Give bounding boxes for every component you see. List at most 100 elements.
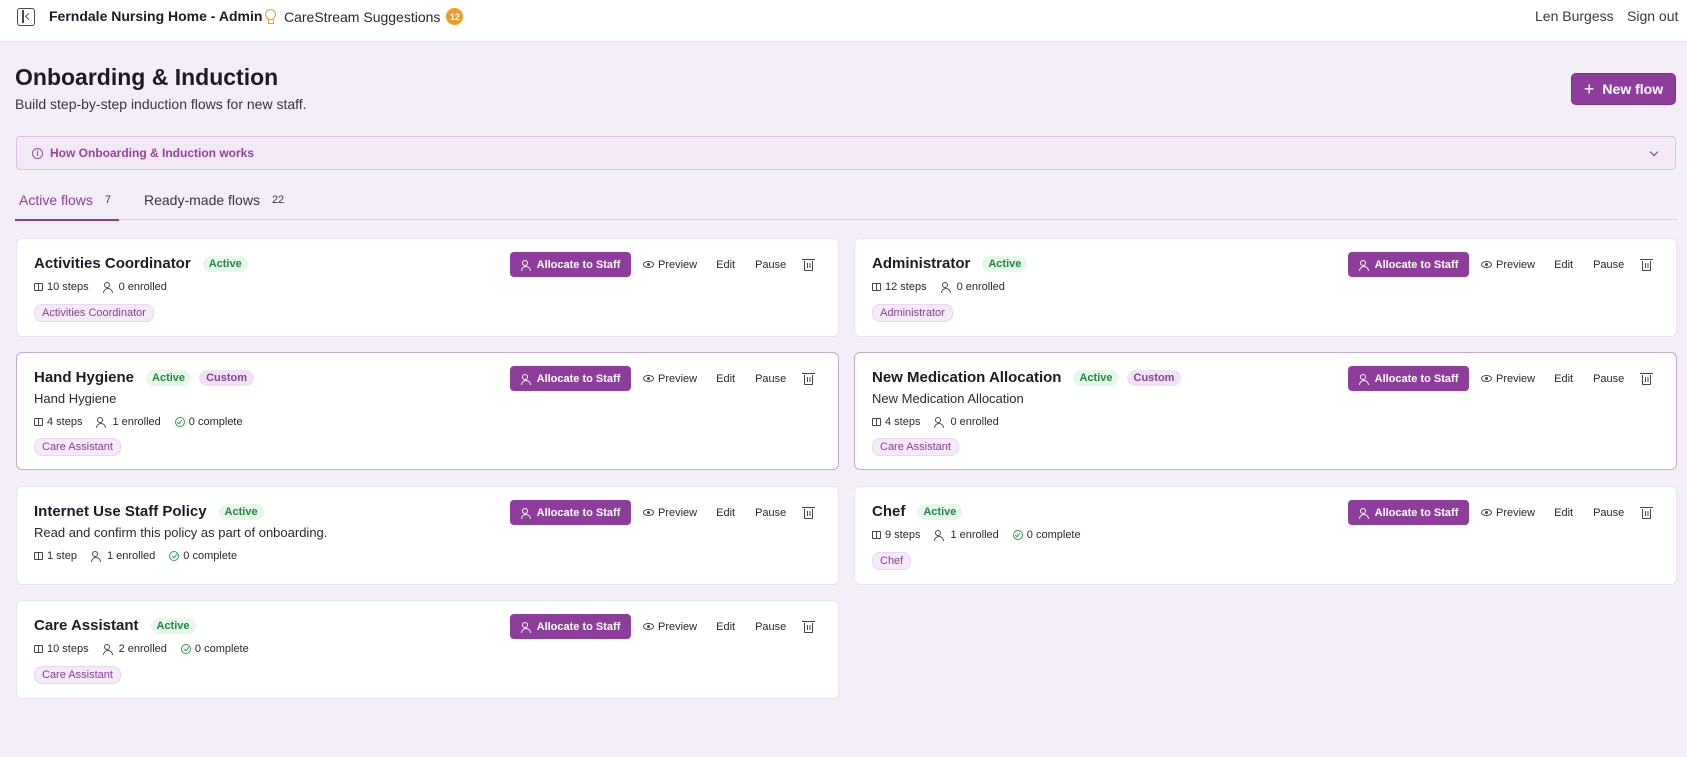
- flow-card[interactable]: Chef Active 9 steps 1 enrolled 0 complet…: [854, 486, 1677, 585]
- role-tag: Activities Coordinator: [34, 304, 154, 322]
- pause-button[interactable]: Pause: [755, 507, 786, 519]
- status-badge: Active: [218, 503, 264, 520]
- steps-label: 1 step: [47, 550, 77, 562]
- flow-name: Administrator: [872, 255, 971, 272]
- flow-card[interactable]: Internet Use Staff Policy Active Read an…: [16, 486, 839, 585]
- flow-card-title: New Medication Allocation Active Custom: [872, 369, 1182, 386]
- edit-button[interactable]: Edit: [1554, 259, 1573, 271]
- allocate-to-staff-button[interactable]: Allocate to Staff: [1348, 500, 1469, 525]
- pause-button[interactable]: Pause: [1593, 259, 1624, 271]
- complete-count: 0 complete: [169, 550, 237, 562]
- pause-button[interactable]: Pause: [755, 373, 786, 385]
- flow-card-title: Care Assistant Active: [34, 617, 196, 634]
- flow-meta: 12 steps 0 enrolled: [872, 281, 1019, 293]
- role-tag: Care Assistant: [34, 438, 121, 456]
- complete-label: 0 complete: [1026, 529, 1081, 541]
- flow-actions: Allocate to Staff Preview Edit Pause: [1348, 252, 1654, 277]
- flow-card[interactable]: New Medication Allocation Active Custom …: [854, 352, 1677, 470]
- preview-button[interactable]: Preview: [1481, 373, 1535, 385]
- complete-count: 0 complete: [180, 643, 249, 655]
- user-name[interactable]: Len Burgess: [1535, 8, 1614, 24]
- flow-name: Care Assistant: [34, 617, 139, 634]
- users-icon: [1358, 373, 1371, 385]
- steps-count: 9 steps: [872, 529, 920, 541]
- enrolled-count: 1 enrolled: [96, 416, 161, 428]
- tab-ready-made-flows[interactable]: Ready-made flows 22: [144, 192, 284, 208]
- edit-button[interactable]: Edit: [1554, 373, 1573, 385]
- preview-button[interactable]: Preview: [643, 259, 697, 271]
- enrolled-label: 0 enrolled: [956, 281, 1005, 293]
- users-icon: [1358, 507, 1371, 519]
- enrolled-count: 0 enrolled: [102, 281, 167, 293]
- role-tag: Administrator: [872, 304, 953, 322]
- pause-button[interactable]: Pause: [755, 259, 786, 271]
- steps-label: 10 steps: [47, 643, 89, 655]
- allocate-to-staff-button[interactable]: Allocate to Staff: [1348, 252, 1469, 277]
- complete-label: 0 complete: [194, 643, 249, 655]
- edit-button[interactable]: Edit: [716, 373, 735, 385]
- book-icon: [34, 283, 43, 291]
- preview-button[interactable]: Preview: [643, 373, 697, 385]
- trash-icon[interactable]: [1640, 258, 1654, 271]
- steps-count: 10 steps: [34, 281, 89, 293]
- trash-icon[interactable]: [1640, 506, 1654, 519]
- preview-button[interactable]: Preview: [1481, 507, 1535, 519]
- complete-count: 0 complete: [1012, 529, 1081, 541]
- flow-card[interactable]: Hand Hygiene Active Custom Hand Hygiene …: [16, 352, 839, 470]
- preview-button[interactable]: Preview: [643, 621, 697, 633]
- sidebar-toggle-icon[interactable]: [17, 8, 35, 26]
- preview-label: Preview: [658, 372, 698, 385]
- preview-button[interactable]: Preview: [1481, 259, 1535, 271]
- flow-description: New Medication Allocation: [872, 391, 1024, 406]
- new-flow-button[interactable]: + New flow: [1571, 73, 1676, 105]
- trash-icon[interactable]: [802, 258, 816, 271]
- edit-button[interactable]: Edit: [716, 507, 735, 519]
- trash-icon[interactable]: [802, 620, 816, 633]
- pause-button[interactable]: Pause: [1593, 507, 1624, 519]
- info-icon: i: [32, 148, 43, 159]
- allocate-to-staff-button[interactable]: Allocate to Staff: [510, 614, 631, 639]
- flow-meta: 10 steps 2 enrolled 0 complete: [34, 643, 263, 655]
- flow-card[interactable]: Care Assistant Active 10 steps 2 enrolle…: [16, 600, 839, 699]
- flow-actions: Allocate to Staff Preview Edit Pause: [510, 252, 816, 277]
- allocate-to-staff-button[interactable]: Allocate to Staff: [510, 366, 631, 391]
- allocate-to-staff-button[interactable]: Allocate to Staff: [1348, 366, 1469, 391]
- role-tag: Care Assistant: [34, 666, 121, 684]
- sign-out-link[interactable]: Sign out: [1627, 8, 1678, 24]
- allocate-to-staff-button[interactable]: Allocate to Staff: [510, 500, 631, 525]
- steps-label: 9 steps: [885, 529, 921, 541]
- how-it-works-accordion[interactable]: i How Onboarding & Induction works: [16, 136, 1676, 170]
- tab-count: 7: [104, 194, 112, 206]
- trash-icon[interactable]: [802, 506, 816, 519]
- edit-button[interactable]: Edit: [716, 621, 735, 633]
- flow-name: Activities Coordinator: [34, 255, 191, 272]
- preview-label: Preview: [1496, 506, 1536, 519]
- edit-button[interactable]: Edit: [1554, 507, 1573, 519]
- pause-button[interactable]: Pause: [1593, 373, 1624, 385]
- flow-card[interactable]: Activities Coordinator Active 10 steps 0…: [16, 238, 839, 337]
- edit-button[interactable]: Edit: [716, 259, 735, 271]
- tab-active-flows[interactable]: Active flows 7: [14, 192, 120, 221]
- trash-icon[interactable]: [802, 372, 816, 385]
- users-icon: [520, 507, 533, 519]
- tab-count: 22: [271, 194, 285, 206]
- status-badge: Active: [202, 255, 248, 272]
- suggestions-link[interactable]: CareStream Suggestions 12: [264, 8, 464, 25]
- flow-actions: Allocate to Staff Preview Edit Pause: [1348, 366, 1654, 391]
- pause-button[interactable]: Pause: [755, 621, 786, 633]
- custom-badge: Custom: [1126, 369, 1182, 386]
- flow-meta: 1 step 1 enrolled 0 complete: [34, 550, 251, 562]
- book-icon: [34, 645, 43, 653]
- preview-button[interactable]: Preview: [643, 507, 697, 519]
- users-icon: [96, 417, 108, 428]
- check-circle-icon: [174, 417, 185, 427]
- flow-card[interactable]: Administrator Active 12 steps 0 enrolled…: [854, 238, 1677, 337]
- flow-actions: Allocate to Staff Preview Edit Pause: [510, 366, 816, 391]
- flow-name: Chef: [872, 503, 906, 520]
- flow-name: Hand Hygiene: [34, 369, 135, 386]
- trash-icon[interactable]: [1640, 372, 1654, 385]
- role-tag: Chef: [872, 552, 912, 570]
- allocate-label: Allocate to Staff: [536, 258, 621, 271]
- allocate-to-staff-button[interactable]: Allocate to Staff: [510, 252, 631, 277]
- suggestions-label: CareStream Suggestions: [284, 8, 441, 25]
